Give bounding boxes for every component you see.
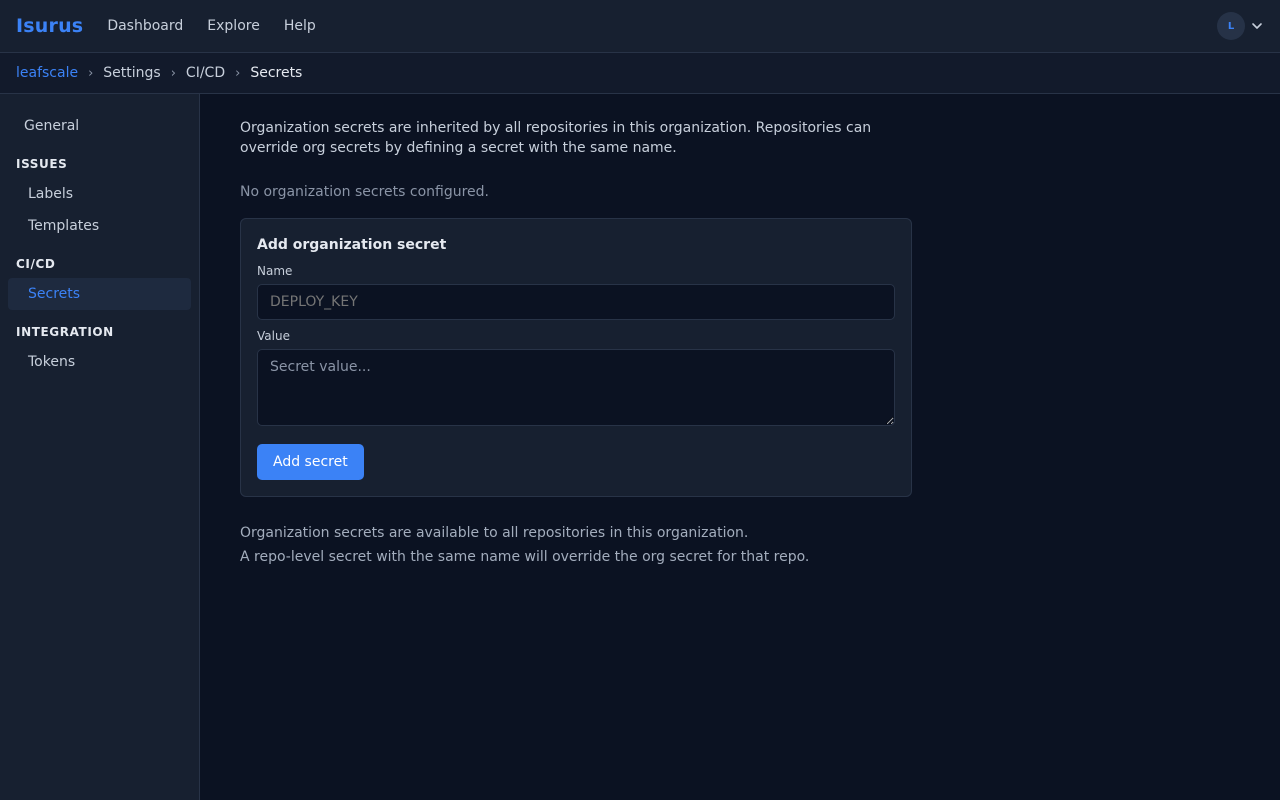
breadcrumb-separator: › [170,65,176,81]
user-menu[interactable]: L [1217,12,1264,40]
empty-state-text: No organization secrets configured. [240,184,489,200]
name-label: Name [257,264,293,278]
sidebar-item-tokens[interactable]: Tokens [0,346,199,378]
avatar[interactable]: L [1217,12,1245,40]
help-note: A repo-level secret with the same name w… [240,549,810,565]
form-title: Add organization secret [257,237,447,253]
breadcrumb-separator: › [235,65,241,81]
sidebar-item-general[interactable]: General [0,110,199,142]
main-content: Organization secrets are inherited by al… [240,118,912,569]
sidebar-heading-cicd: CI/CD [16,257,56,271]
breadcrumb-current: Secrets [250,65,303,81]
breadcrumb-org-link[interactable]: leafscale [16,65,78,81]
breadcrumb-settings-link[interactable]: Settings [103,65,160,81]
help-notes: Organization secrets are available to al… [240,521,912,569]
secret-value-input[interactable] [257,349,895,426]
sidebar-item-templates[interactable]: Templates [0,210,199,242]
sidebar-heading-integration: INTEGRATION [16,325,114,339]
nav-dashboard-link[interactable]: Dashboard [95,18,195,34]
app-logo[interactable]: Isurus [16,15,83,37]
secret-name-input[interactable] [257,284,895,320]
sidebar-heading-issues: ISSUES [16,157,68,171]
top-navbar: Isurus Dashboard Explore Help L [0,0,1280,53]
chevron-down-icon[interactable] [1250,19,1264,33]
nav-help-link[interactable]: Help [272,18,328,34]
settings-sidebar: General ISSUES Labels Templates CI/CD Se… [0,94,200,800]
breadcrumb-separator: › [88,65,94,81]
intro-text: Organization secrets are inherited by al… [240,120,872,156]
value-label: Value [257,329,290,343]
sidebar-item-labels[interactable]: Labels [0,178,199,210]
breadcrumb-cicd-link[interactable]: CI/CD [186,65,225,81]
top-nav: Dashboard Explore Help [95,18,327,34]
help-note: Organization secrets are available to al… [240,525,749,541]
add-secret-button[interactable]: Add secret [257,444,364,480]
sidebar-item-secrets[interactable]: Secrets [8,278,191,310]
nav-explore-link[interactable]: Explore [195,18,272,34]
breadcrumb: leafscale › Settings › CI/CD › Secrets [0,53,1280,94]
add-secret-form: Add organization secret Name Value Add s… [240,218,912,497]
